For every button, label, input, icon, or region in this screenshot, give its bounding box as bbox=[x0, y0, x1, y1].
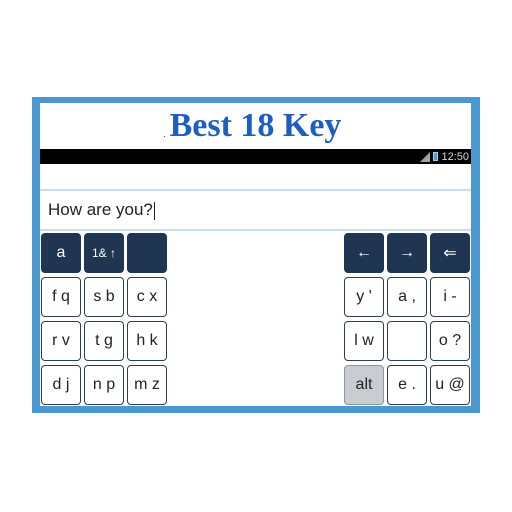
key-lw[interactable]: l w bbox=[344, 321, 384, 361]
key-mz[interactable]: m z bbox=[127, 365, 167, 405]
status-time: 12:50 bbox=[441, 150, 469, 163]
key-blank-dark[interactable] bbox=[127, 233, 167, 273]
key-rv[interactable]: r v bbox=[41, 321, 81, 361]
key-tg[interactable]: t g bbox=[84, 321, 124, 361]
key-dj[interactable]: d j bbox=[41, 365, 81, 405]
key-backspace[interactable]: ⇐ bbox=[430, 233, 470, 273]
key-cursor-left[interactable]: ← bbox=[344, 233, 384, 273]
key-alt[interactable]: alt bbox=[344, 365, 384, 405]
key-fq[interactable]: f q bbox=[41, 277, 81, 317]
key-e-period[interactable]: e . bbox=[387, 365, 427, 405]
signal-icon bbox=[420, 151, 431, 162]
key-y-apostrophe[interactable]: y ' bbox=[344, 277, 384, 317]
app-screen: . Best 18 Key 12:50 How are you? a 1& ↑ … bbox=[40, 103, 471, 406]
key-cursor-right[interactable]: → bbox=[387, 233, 427, 273]
key-cx[interactable]: c x bbox=[127, 277, 167, 317]
text-caret bbox=[153, 201, 155, 220]
key-space[interactable] bbox=[387, 321, 427, 361]
key-a[interactable]: a bbox=[41, 233, 81, 273]
status-right: 12:50 bbox=[420, 149, 469, 164]
app-header-area bbox=[40, 164, 471, 189]
promo-banner: . Best 18 Key bbox=[40, 103, 471, 149]
key-o-question[interactable]: o ? bbox=[430, 321, 470, 361]
key-a-comma[interactable]: a , bbox=[387, 277, 427, 317]
key-numbers-shift[interactable]: 1& ↑ bbox=[84, 233, 124, 273]
text-input-area[interactable]: How are you? bbox=[40, 191, 471, 229]
key-np[interactable]: n p bbox=[84, 365, 124, 405]
key-u-at[interactable]: u @ bbox=[430, 365, 470, 405]
typed-text: How are you? bbox=[48, 200, 153, 219]
banner-title: Best 18 Key bbox=[169, 107, 342, 144]
battery-icon bbox=[433, 152, 439, 161]
text-input-value: How are you? bbox=[48, 200, 155, 220]
status-bar: 12:50 bbox=[40, 149, 471, 164]
key-i-dash[interactable]: i - bbox=[430, 277, 470, 317]
key-hk[interactable]: h k bbox=[127, 321, 167, 361]
keyboard: a 1& ↑ ← → ⇐ f q s b c x y ' a , i - r v… bbox=[40, 231, 471, 406]
key-sb[interactable]: s b bbox=[84, 277, 124, 317]
